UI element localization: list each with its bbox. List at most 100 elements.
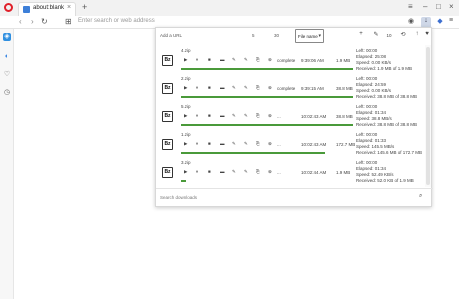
reload-button[interactable]: ↻ bbox=[41, 17, 48, 26]
download-item[interactable]: Bz 1.zip ▶ ⏸ ■ ▬ ✎ ✎ ⎘ ⊗... 10:02:43 AM 172.7 MB Lef… bbox=[157, 131, 425, 159]
download-info: Left: 00:00 Elapsed: 01:34 Speed: 52.49 KB… bbox=[356, 160, 414, 184]
minimize-button[interactable]: – bbox=[423, 2, 427, 11]
progress-bar bbox=[181, 68, 353, 70]
link-icon[interactable]: ✎ bbox=[244, 57, 248, 63]
link-icon[interactable]: ✎ bbox=[244, 113, 248, 119]
opera-icon[interactable]: ◈ bbox=[3, 33, 11, 41]
speed-dial-icon[interactable]: ⊞ bbox=[65, 17, 72, 26]
zip-file-icon: Bz bbox=[162, 139, 173, 150]
link-icon[interactable]: ✎ bbox=[244, 85, 248, 91]
tab-menu-icon[interactable]: ≡ bbox=[408, 2, 413, 11]
folder-icon[interactable]: ▬ bbox=[220, 113, 225, 118]
history-icon[interactable]: ◷ bbox=[3, 89, 11, 97]
size-text: 172.7 MB bbox=[336, 142, 356, 147]
pause-icon[interactable]: ⏸ bbox=[196, 169, 198, 174]
copy-icon[interactable]: ⎘ bbox=[256, 113, 260, 118]
file-name: 2.zip bbox=[181, 76, 191, 81]
time-text: 10:02:44 AM bbox=[301, 170, 327, 175]
search-icon[interactable]: ⌕ bbox=[419, 193, 422, 200]
copy-icon[interactable]: ⎘ bbox=[256, 141, 260, 146]
new-tab-button[interactable]: + bbox=[82, 2, 87, 12]
download-item[interactable]: Bz 2.zip ▶ ⏸ ■ ▬ ✎ ✎ ⎘ ⊗ complete 9:39:15 AM 38.8 MB… bbox=[157, 75, 425, 103]
add-icon[interactable]: + bbox=[356, 31, 366, 37]
progress-bar bbox=[181, 124, 353, 126]
pause-icon[interactable]: ⏸ bbox=[196, 85, 198, 90]
easy-setup-icon[interactable]: ≡ bbox=[446, 17, 456, 24]
edit-icon[interactable]: ✎ bbox=[232, 85, 236, 91]
file-name: 3.zip bbox=[181, 160, 191, 165]
download-item[interactable]: Bz 3.zip ▶ ⏸ ■ ▬ ✎ ✎ ⎘ ⊗... 10:02:44 AM 1.9 MB Left:… bbox=[157, 159, 425, 187]
sidebar: ◈ ◐ ♡ ◷ bbox=[0, 29, 14, 299]
edit-icon[interactable]: ✎ bbox=[232, 113, 236, 119]
download-info: Left: 00:00 Elapsed: 25:08 Speed: 0.00 KB/… bbox=[356, 48, 412, 72]
folder-icon[interactable]: ▬ bbox=[220, 141, 225, 146]
edit-icon[interactable]: ✎ bbox=[232, 141, 236, 147]
play-icon[interactable]: ▶ bbox=[184, 141, 187, 147]
favorite-icon[interactable]: ♥ bbox=[422, 31, 432, 37]
play-icon[interactable]: ▶ bbox=[184, 57, 187, 63]
size-text: 38.8 MB bbox=[336, 114, 353, 119]
opera-logo[interactable] bbox=[4, 3, 13, 12]
time-text: 10:02:43 AM bbox=[301, 114, 327, 119]
scrollbar-thumb[interactable] bbox=[426, 47, 430, 185]
status-text: ... bbox=[277, 114, 281, 119]
scrollbar[interactable] bbox=[425, 45, 431, 187]
concurrent-limit-field[interactable]: 5 bbox=[252, 33, 255, 38]
maximize-button[interactable]: □ bbox=[436, 2, 441, 11]
pause-icon[interactable]: ⏸ bbox=[196, 57, 198, 62]
address-input[interactable]: Enter search or web address bbox=[78, 18, 155, 24]
status-text: complete bbox=[277, 86, 296, 91]
edit-icon[interactable]: ✎ bbox=[232, 169, 236, 175]
back-button[interactable]: ‹ bbox=[19, 17, 22, 26]
remove-icon[interactable]: ⊗ bbox=[268, 169, 272, 175]
pause-icon[interactable]: ⏸ bbox=[196, 141, 198, 146]
play-icon[interactable]: ▶ bbox=[184, 113, 187, 119]
info-line: Received: 1.9 MB of 1.9 MB bbox=[356, 66, 413, 71]
stop-icon[interactable]: ■ bbox=[208, 57, 211, 62]
up-icon[interactable]: ↑ bbox=[412, 31, 422, 37]
download-info: Left: 00:00 Elapsed: 24:59 Speed: 0.00 KB/… bbox=[356, 76, 417, 100]
link-icon[interactable]: ✎ bbox=[244, 141, 248, 147]
download-item[interactable]: Bz 5.zip ▶ ⏸ ■ ▬ ✎ ✎ ⎘ ⊗... 10:02:43 AM 38.8 MB Left… bbox=[157, 103, 425, 131]
copy-icon[interactable]: ⎘ bbox=[256, 169, 260, 174]
speed-limit-field[interactable]: 30 bbox=[274, 33, 279, 38]
remove-icon[interactable]: ⊗ bbox=[268, 85, 272, 91]
progress-fill bbox=[181, 68, 353, 70]
search-downloads-input[interactable]: Search downloads bbox=[160, 195, 197, 200]
close-tab-icon[interactable]: × bbox=[67, 4, 71, 11]
stop-icon[interactable]: ■ bbox=[208, 113, 211, 118]
stop-icon[interactable]: ■ bbox=[208, 169, 211, 174]
snapshot-icon[interactable]: ◉ bbox=[406, 17, 416, 25]
tab-about-blank[interactable]: about:blank × bbox=[18, 2, 76, 16]
remove-icon[interactable]: ⊗ bbox=[268, 141, 272, 147]
link-icon[interactable]: ✎ bbox=[244, 169, 248, 175]
status-text: ... bbox=[277, 142, 281, 147]
bookmarks-icon[interactable]: ♡ bbox=[3, 71, 11, 79]
play-icon[interactable]: ▶ bbox=[184, 169, 187, 175]
stop-icon[interactable]: ■ bbox=[208, 85, 211, 90]
play-icon[interactable]: ▶ bbox=[184, 85, 187, 91]
download-item[interactable]: Bz 4.zip ▶ ⏸ ■ ▬ ✎ ✎ ⎘ ⊗ complete 9:39:06 AM 1.9 MB L… bbox=[157, 47, 425, 75]
folder-icon[interactable]: ▬ bbox=[220, 85, 225, 90]
pause-icon[interactable]: ⏸ bbox=[196, 113, 198, 118]
messenger-icon[interactable]: ◐ bbox=[3, 53, 11, 61]
remove-icon[interactable]: ⊗ bbox=[268, 57, 272, 63]
add-url-input[interactable]: Add a URL bbox=[160, 33, 182, 38]
time-text: 9:39:15 AM bbox=[301, 86, 324, 91]
extension-icon[interactable]: ◆ bbox=[435, 17, 445, 25]
copy-icon[interactable]: ⎘ bbox=[256, 85, 260, 90]
folder-icon[interactable]: ▬ bbox=[220, 169, 225, 174]
tab-title: about:blank bbox=[33, 5, 65, 11]
sort-select[interactable]: File name ▾ bbox=[295, 29, 324, 43]
size-text: 1.9 MB bbox=[336, 58, 351, 63]
forward-button[interactable]: › bbox=[31, 17, 34, 26]
copy-icon[interactable]: ⎘ bbox=[256, 57, 260, 62]
folder-icon[interactable]: ▬ bbox=[220, 57, 225, 62]
refresh-icon[interactable]: ⟲ bbox=[398, 31, 408, 38]
edit-icon[interactable]: ✎ bbox=[232, 57, 236, 63]
close-window-button[interactable]: × bbox=[449, 2, 454, 11]
edit-icon[interactable]: ✎ bbox=[371, 31, 381, 38]
stop-icon[interactable]: ■ bbox=[208, 141, 211, 146]
remove-icon[interactable]: ⊗ bbox=[268, 113, 272, 119]
downloads-toolbar: Add a URL 5 30 File name ▾ + ✎ 10 ⟲ ↑ ♥ bbox=[156, 28, 433, 45]
